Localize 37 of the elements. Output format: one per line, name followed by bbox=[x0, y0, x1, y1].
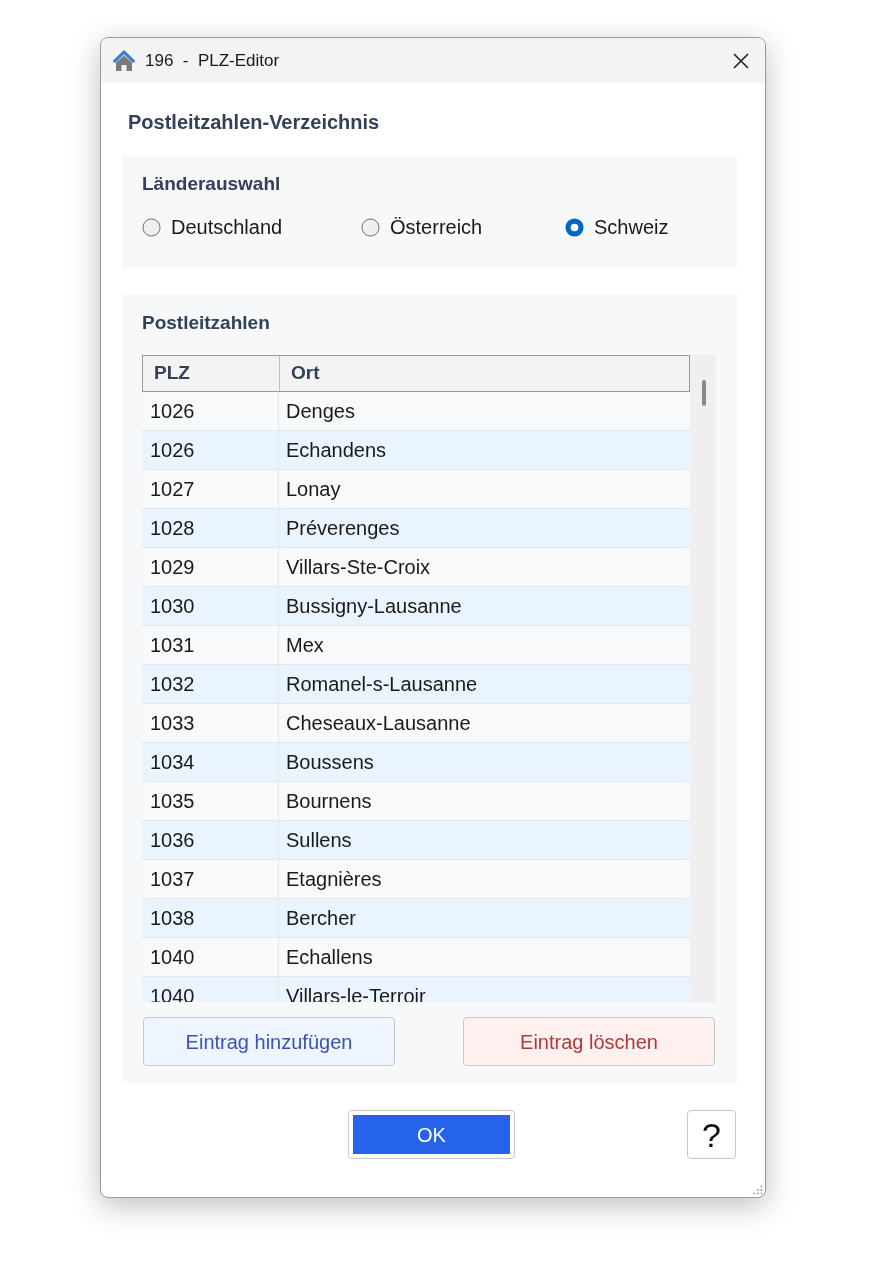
table-cell-text: 1027 bbox=[149, 477, 196, 502]
table-cell-text: 1030 bbox=[149, 594, 196, 619]
table-cell-text: 1035 bbox=[149, 789, 196, 814]
table-cell-text: 1037 bbox=[149, 867, 196, 892]
house-icon bbox=[112, 49, 136, 72]
table-cell-text: 1032 bbox=[149, 672, 196, 697]
group-label: Postleitzahlen bbox=[142, 311, 271, 335]
table-cell-text: 1028 bbox=[149, 516, 196, 541]
table-cell-text: 1026 bbox=[149, 399, 196, 424]
help-button[interactable]: ? bbox=[687, 1110, 736, 1159]
table-cell-text: 1031 bbox=[149, 633, 196, 658]
table-cell-text: 1038 bbox=[149, 906, 196, 931]
column-header[interactable]: PLZ bbox=[143, 356, 279, 391]
ok-button[interactable]: OK bbox=[348, 1110, 515, 1159]
radio-icon[interactable] bbox=[142, 217, 161, 237]
dialog-heading: Postleitzahlen-Verzeichnis bbox=[128, 110, 381, 135]
table-cell-text: 1036 bbox=[149, 828, 196, 853]
group-label: Länderauswahl bbox=[142, 172, 282, 196]
table-cell-text: 1040 bbox=[149, 945, 196, 970]
table-cell-text: 1034 bbox=[149, 750, 196, 775]
add-entry-button[interactable]: Eintrag hinzufügen bbox=[143, 1017, 395, 1066]
resize-grip-icon[interactable] bbox=[753, 1185, 763, 1195]
radio-option[interactable]: Schweiz bbox=[565, 215, 705, 239]
close-button[interactable] bbox=[731, 50, 751, 71]
radio-checked-icon[interactable] bbox=[565, 217, 584, 237]
window-title: 196 - PLZ-Editor bbox=[145, 49, 280, 72]
radio-option[interactable]: Deutschland bbox=[142, 215, 361, 239]
table-cell-text: 1033 bbox=[149, 711, 196, 736]
table-cell-text: 1026 bbox=[149, 438, 196, 463]
column-header[interactable]: Ort bbox=[279, 356, 689, 391]
scrollbar-thumb[interactable] bbox=[702, 380, 706, 406]
delete-entry-button[interactable]: Eintrag löschen bbox=[463, 1017, 715, 1066]
scrollbar[interactable] bbox=[690, 355, 716, 1002]
radio-option[interactable]: Österreich bbox=[361, 215, 565, 239]
close-icon bbox=[733, 52, 749, 69]
radio-icon[interactable] bbox=[361, 217, 380, 237]
table-cell-text: 1029 bbox=[149, 555, 196, 580]
